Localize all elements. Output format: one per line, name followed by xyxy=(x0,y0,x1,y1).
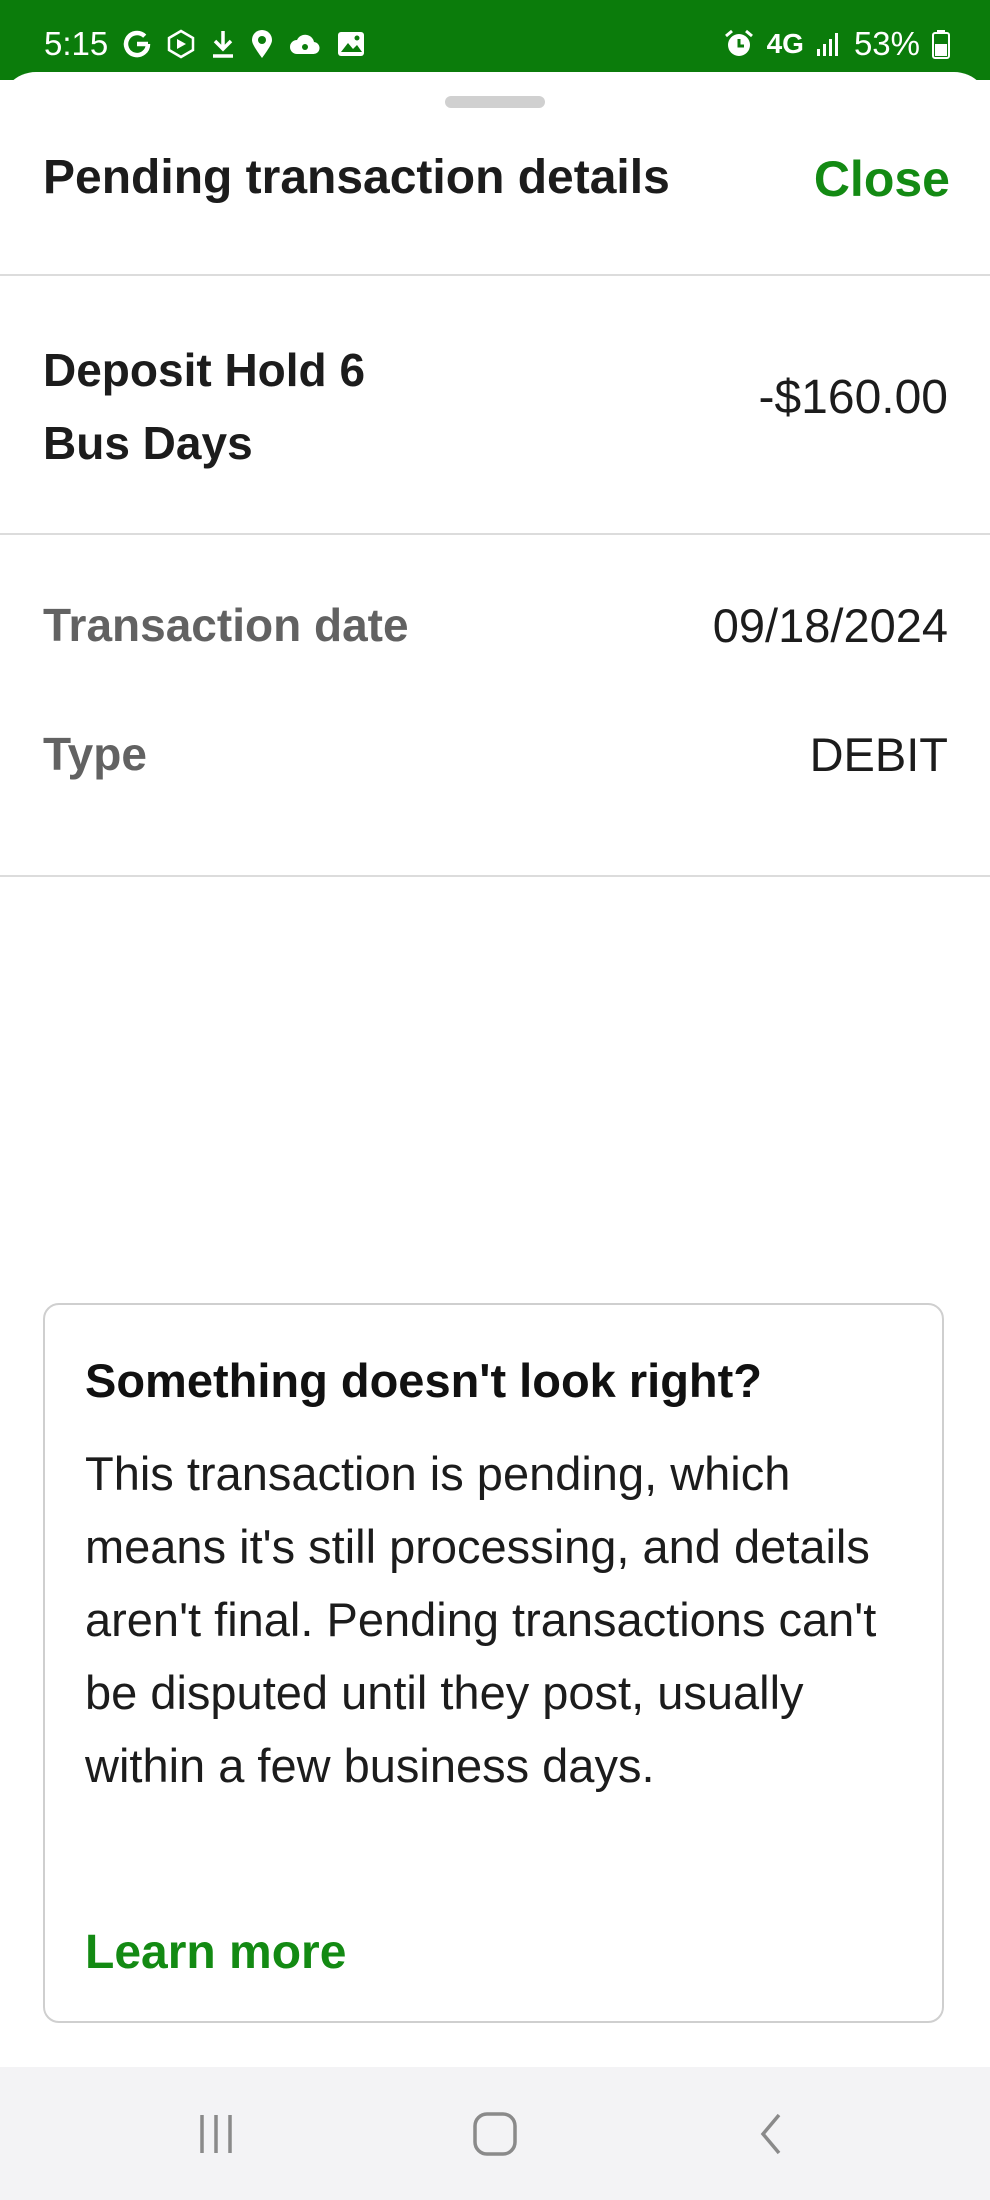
signal-icon xyxy=(816,31,842,57)
alarm-icon xyxy=(723,28,755,60)
transaction-sheet: Pending transaction details Close Deposi… xyxy=(0,72,990,2067)
status-left: 5:15 xyxy=(44,24,366,64)
type-value: DEBIT xyxy=(809,728,948,781)
transaction-description: Deposit Hold 6 Bus Days xyxy=(43,334,523,480)
page-title: Pending transaction details xyxy=(43,151,670,204)
cloud-icon xyxy=(288,30,322,58)
card-body: This transaction is pending, which means… xyxy=(85,1447,877,1792)
home-icon xyxy=(472,2111,518,2162)
battery-icon xyxy=(932,29,950,59)
recent-apps-icon xyxy=(193,2111,239,2162)
header-divider xyxy=(0,274,990,276)
drag-handle[interactable] xyxy=(445,96,545,108)
status-time: 5:15 xyxy=(44,25,109,62)
location-icon xyxy=(250,29,274,59)
back-button[interactable] xyxy=(737,2103,807,2169)
status-bar: 5:15 4G 53% xyxy=(0,0,990,80)
recent-apps-button[interactable] xyxy=(181,2103,251,2169)
transaction-date-label: Transaction date xyxy=(43,599,409,651)
transaction-amount: -$160.00 xyxy=(758,371,949,424)
summary-divider xyxy=(0,533,990,535)
description-line-1: Deposit Hold 6 xyxy=(43,344,366,396)
status-right: 4G 53% xyxy=(723,24,950,64)
network-type: 4G xyxy=(766,28,804,59)
close-button[interactable]: Close xyxy=(814,150,950,208)
dispute-info-card: Something doesn't look right? This trans… xyxy=(43,1303,944,2023)
image-icon xyxy=(336,30,366,58)
home-button[interactable] xyxy=(460,2103,530,2169)
sync-icon xyxy=(166,29,196,59)
details-divider xyxy=(0,875,990,877)
battery-percent: 53% xyxy=(853,25,920,62)
learn-more-link[interactable]: Learn more xyxy=(85,1925,346,1980)
system-nav-bar xyxy=(0,2067,990,2200)
transaction-date-value: 09/18/2024 xyxy=(712,599,948,652)
download-icon xyxy=(210,29,236,59)
card-title: Something doesn't look right? xyxy=(85,1354,762,1407)
type-label: Type xyxy=(43,728,147,780)
google-icon xyxy=(122,29,152,59)
back-icon xyxy=(749,2111,795,2162)
description-line-2: Bus Days xyxy=(43,417,253,469)
